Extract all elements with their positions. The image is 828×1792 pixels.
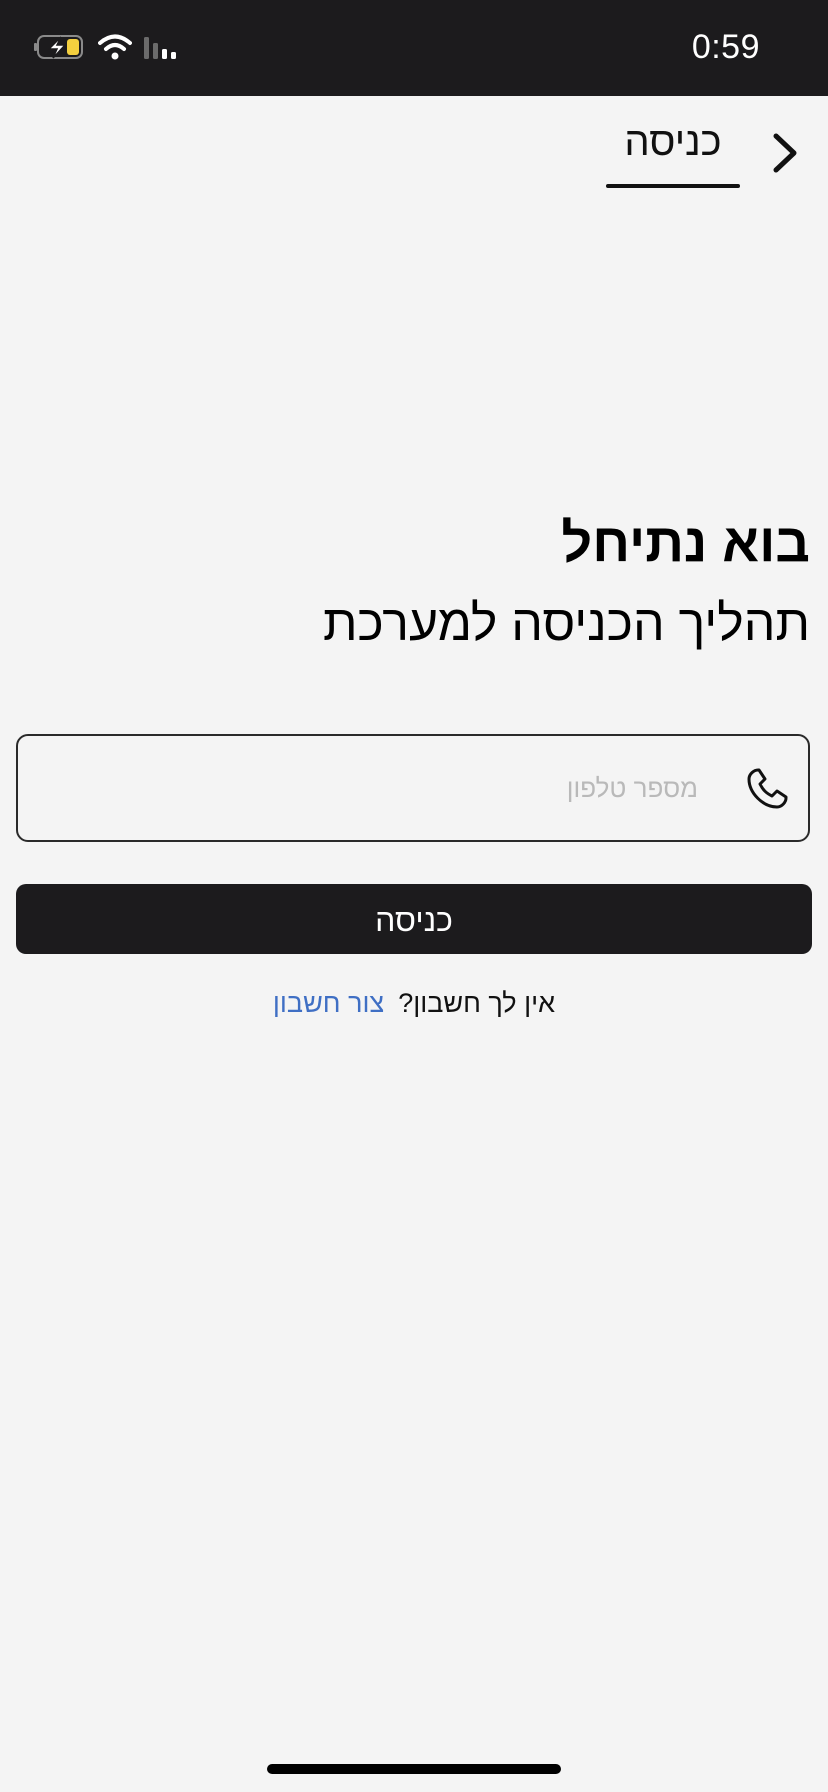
home-indicator[interactable] — [267, 1764, 561, 1774]
top-bar: כניסה — [0, 96, 828, 196]
cellular-signal-icon — [142, 33, 182, 66]
tab-login[interactable]: כניסה — [606, 116, 740, 188]
tab-underline — [606, 184, 740, 188]
phone-icon — [744, 766, 790, 812]
chevron-right-icon[interactable] — [766, 128, 806, 178]
battery-charging-icon — [34, 33, 88, 66]
status-bar: 0:59 — [0, 0, 828, 96]
wifi-icon — [98, 33, 132, 66]
status-icons — [34, 32, 182, 66]
page-title: בוא נתיחל — [561, 513, 810, 573]
login-button[interactable]: כניסה — [16, 884, 812, 954]
signup-question: אין לך חשבון? — [398, 988, 556, 1018]
phone-field[interactable] — [16, 734, 810, 842]
signup-row: אין לך חשבון? צור חשבון — [0, 988, 828, 1019]
create-account-link[interactable]: צור חשבון — [273, 988, 384, 1018]
page-subtitle: תהליך הכניסה למערכת — [322, 595, 810, 651]
phone-input[interactable] — [38, 736, 698, 840]
status-time: 0:59 — [691, 28, 760, 66]
tab-login-label: כניסה — [624, 120, 722, 164]
